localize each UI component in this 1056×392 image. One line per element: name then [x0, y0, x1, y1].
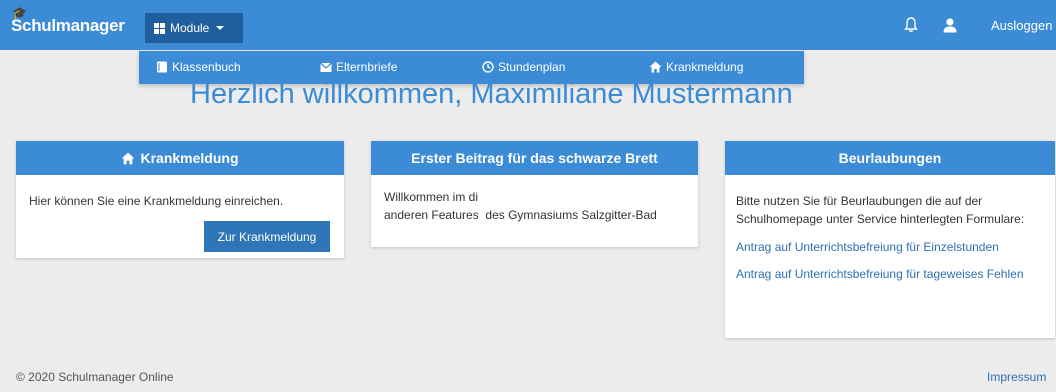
top-navbar: 🎓 Schulmanager Module Ausloggen [0, 0, 1056, 50]
menu-item-krankmeldung[interactable]: Krankmeldung [649, 59, 743, 75]
logout-link[interactable]: Ausloggen [991, 14, 1052, 36]
panel-header: Krankmeldung [16, 141, 344, 175]
user-profile-button[interactable] [943, 14, 957, 36]
user-icon [943, 18, 957, 33]
panel-title: Krankmeldung [140, 150, 239, 166]
module-menu-label: Module [170, 21, 210, 35]
brand-name: Schulmanager [11, 16, 125, 35]
welcome-heading: Herzlich willkommen, Maximiliane Musterm… [190, 78, 793, 110]
panel-krankmeldung: Krankmeldung Hier können Sie eine Krankm… [16, 141, 344, 258]
board-text-line: Willkommen im di [384, 190, 479, 204]
panel-header: Beurlaubungen [725, 141, 1055, 175]
menu-item-stundenplan[interactable]: Stundenplan [482, 59, 565, 75]
menu-item-klassenbuch[interactable]: Klassenbuch [156, 59, 241, 75]
panel-text: Hier können Sie eine Krankmeldung einrei… [29, 194, 284, 208]
impressum-link[interactable]: Impressum [987, 370, 1046, 384]
grid-icon [154, 22, 165, 34]
link-tageweises-fehlen[interactable]: Antrag auf Unterrichtsbefreiung für tage… [736, 265, 1044, 283]
board-text-line: anderen Features des Gymnasiums Salzgitt… [384, 208, 657, 222]
panel-title: Erster Beitrag für das schwarze Brett [411, 150, 658, 166]
book-icon [157, 61, 167, 73]
menu-item-label: Elternbriefe [336, 60, 398, 74]
caret-down-icon [216, 26, 225, 30]
panel-body: Bitte nutzen Sie für Beurlaubungen die a… [725, 175, 1055, 300]
home-icon [122, 152, 135, 164]
menu-item-label: Krankmeldung [666, 60, 744, 74]
footer-copyright: © 2020 Schulmanager Online [16, 370, 174, 384]
brand-logo[interactable]: 🎓 Schulmanager [11, 6, 125, 40]
envelope-icon [320, 62, 332, 72]
notifications-button[interactable] [904, 14, 918, 36]
panel-title: Beurlaubungen [838, 150, 942, 166]
home-icon [649, 61, 662, 73]
menu-item-label: Stundenplan [498, 60, 566, 74]
panel-header: Erster Beitrag für das schwarze Brett [371, 141, 698, 175]
clock-icon [482, 61, 494, 73]
panel-body: Willkommen im di anderen Features des Gy… [371, 175, 698, 237]
bell-icon [904, 17, 918, 33]
module-menu-button[interactable]: Module [145, 13, 243, 43]
zur-krankmeldung-button[interactable]: Zur Krankmeldung [204, 221, 330, 252]
menu-item-label: Klassenbuch [172, 60, 241, 74]
panel-schwarzes-brett: Erster Beitrag für das schwarze Brett Wi… [371, 141, 698, 247]
panel-text: Bitte nutzen Sie für Beurlaubungen die a… [736, 194, 1025, 226]
panel-beurlaubungen: Beurlaubungen Bitte nutzen Sie für Beurl… [725, 141, 1055, 338]
menu-item-elternbriefe[interactable]: Elternbriefe [320, 59, 397, 75]
graduation-cap-icon: 🎓 [12, 6, 27, 20]
link-einzelstunden[interactable]: Antrag auf Unterrichtsbefreiung für Einz… [736, 238, 1044, 256]
